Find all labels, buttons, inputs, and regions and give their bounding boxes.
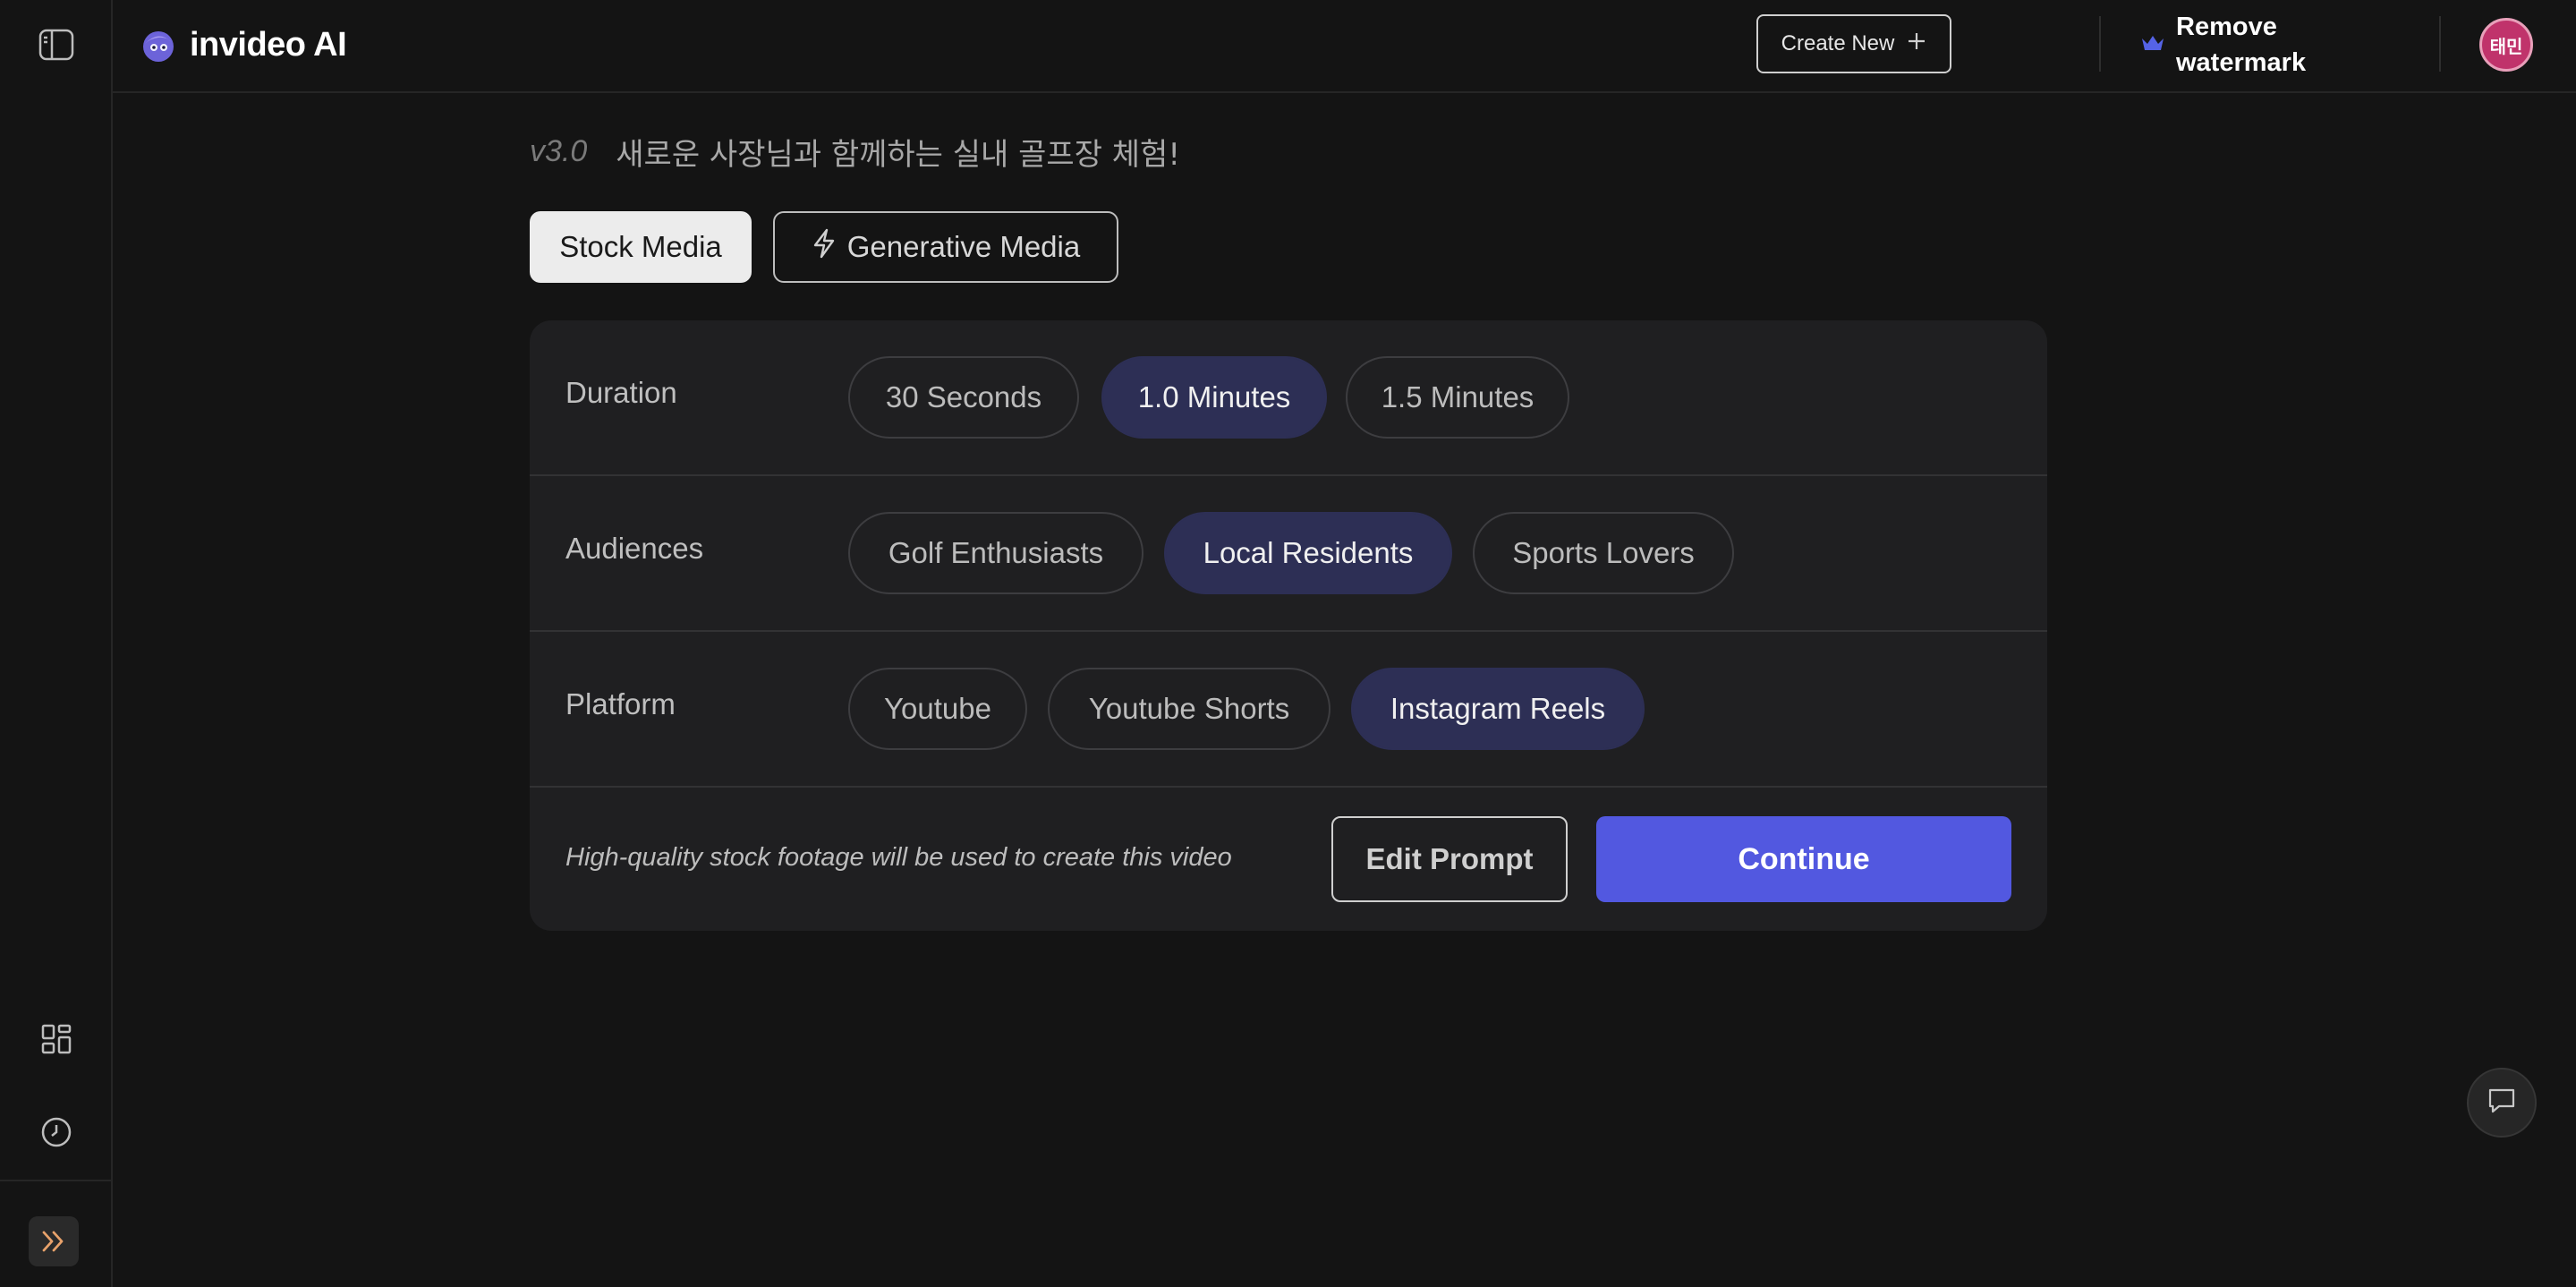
- audiences-row: Audiences Golf Enthusiasts Local Residen…: [530, 476, 2047, 632]
- sidebar-divider: [0, 1180, 111, 1181]
- user-avatar[interactable]: 태민: [2479, 18, 2533, 72]
- duration-option-1-minute[interactable]: 1.0 Minutes: [1101, 356, 1327, 439]
- platform-row: Platform Youtube Youtube Shorts Instagra…: [530, 632, 2047, 788]
- platform-option-instagram-reels[interactable]: Instagram Reels: [1351, 668, 1645, 750]
- page-title: 새로운 사장님과 함께하는 실내 골프장 체험!: [616, 136, 1180, 173]
- audience-option-local-residents[interactable]: Local Residents: [1164, 512, 1452, 594]
- tab-generative-media-label: Generative Media: [846, 230, 1081, 263]
- version-label: v3.0: [530, 133, 588, 168]
- expand-chevrons-icon[interactable]: [29, 1216, 79, 1266]
- audience-option-sports-lovers[interactable]: Sports Lovers: [1473, 512, 1734, 594]
- remove-watermark-label: Remove watermark: [2176, 13, 2307, 77]
- options-panel: Duration 30 Seconds 1.0 Minutes 1.5 Minu…: [530, 320, 2047, 931]
- plus-icon: [1907, 31, 1926, 57]
- brand-name: invideo AI: [190, 25, 347, 64]
- duration-option-1-5-minutes[interactable]: 1.5 Minutes: [1346, 356, 1569, 439]
- chat-support-button[interactable]: [2467, 1068, 2537, 1138]
- audience-option-golf-enthusiasts[interactable]: Golf Enthusiasts: [848, 512, 1143, 594]
- duration-label: Duration: [565, 376, 677, 409]
- remove-watermark-button[interactable]: Remove watermark: [2140, 7, 2319, 82]
- platform-option-youtube-shorts[interactable]: Youtube Shorts: [1048, 668, 1331, 750]
- create-new-label: Create New: [1781, 31, 1895, 55]
- crown-icon: [2140, 33, 2165, 56]
- lightning-icon: [812, 228, 837, 266]
- chat-bubble-icon: [2487, 1087, 2517, 1119]
- brand-logo[interactable]: invideo AI: [140, 23, 347, 66]
- header-divider: [2099, 16, 2101, 72]
- continue-button[interactable]: Continue: [1596, 816, 2011, 902]
- create-new-button[interactable]: Create New: [1756, 14, 1951, 73]
- duration-row: Duration 30 Seconds 1.0 Minutes 1.5 Minu…: [530, 320, 2047, 476]
- tab-stock-media-label: Stock Media: [559, 230, 722, 263]
- duration-option-30-seconds[interactable]: 30 Seconds: [848, 356, 1079, 439]
- left-sidebar: [0, 0, 113, 1287]
- platform-option-youtube[interactable]: Youtube: [848, 668, 1027, 750]
- header-divider: [2439, 16, 2441, 72]
- platform-label: Platform: [565, 687, 676, 720]
- edit-prompt-button[interactable]: Edit Prompt: [1331, 816, 1568, 902]
- history-clock-icon[interactable]: [38, 1113, 75, 1151]
- invideo-logo-icon: [140, 26, 177, 64]
- tab-generative-media[interactable]: Generative Media: [773, 211, 1118, 283]
- grid-icon[interactable]: [38, 1020, 75, 1058]
- prompt-title-row: v3.0 새로운 사장님과 함께하는 실내 골프장 체험!: [530, 129, 1180, 174]
- tab-stock-media[interactable]: Stock Media: [530, 211, 752, 283]
- sidebar-toggle-icon[interactable]: [37, 27, 76, 63]
- audiences-label: Audiences: [565, 532, 704, 565]
- top-bar: invideo AI Create New Remove watermark 태…: [113, 0, 2576, 93]
- footer-note: High-quality stock footage will be used …: [565, 843, 1232, 872]
